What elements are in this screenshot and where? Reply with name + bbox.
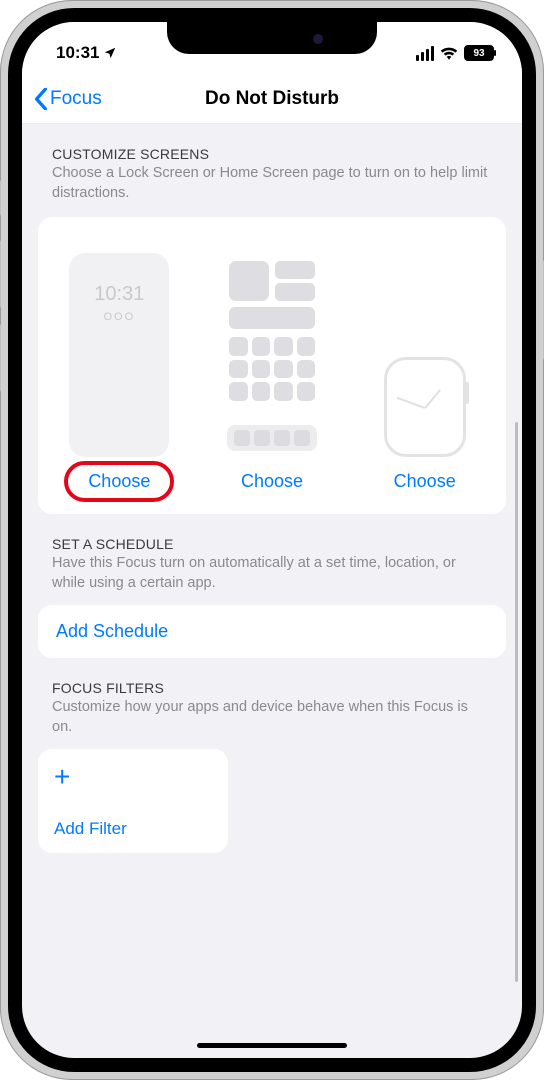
choose-watch-button[interactable]: Choose (394, 471, 456, 492)
content[interactable]: CUSTOMIZE SCREENS Choose a Lock Screen o… (22, 124, 522, 1058)
lock-screen-preview[interactable]: 10:31 OOO (69, 253, 169, 457)
lock-screen-time: 10:31 (69, 283, 169, 306)
app-icon (297, 382, 316, 401)
schedule-title: SET A SCHEDULE (52, 536, 492, 552)
filters-header: FOCUS FILTERS Customize how your apps an… (38, 658, 506, 743)
wifi-icon (440, 46, 458, 60)
chevron-left-icon (34, 88, 48, 110)
widget-icon (275, 283, 315, 301)
status-time: 10:31 (56, 43, 99, 63)
plus-icon: + (54, 763, 212, 791)
customize-title: CUSTOMIZE SCREENS (52, 146, 492, 162)
app-icon (252, 382, 271, 401)
customize-header: CUSTOMIZE SCREENS Choose a Lock Screen o… (38, 124, 506, 209)
volume-down-button (0, 324, 1, 392)
dock-icon (227, 425, 317, 451)
device-frame: 10:31 93 Focus (0, 0, 544, 1080)
watch-preview[interactable] (384, 253, 466, 457)
app-icon (252, 360, 271, 379)
home-indicator[interactable] (197, 1043, 347, 1048)
widget-icon (275, 261, 315, 279)
screen: 10:31 93 Focus (22, 22, 522, 1058)
customize-screens-card: 10:31 OOO Choose (38, 217, 506, 514)
watch-column: Choose (353, 253, 496, 492)
app-icon (274, 360, 293, 379)
lock-screen-widgets-icon: OOO (69, 311, 169, 323)
choose-label: Choose (394, 471, 456, 491)
back-button[interactable]: Focus (34, 88, 102, 110)
add-filter-label: Add Filter (54, 819, 212, 839)
scrollbar[interactable] (515, 422, 518, 982)
app-icon (297, 360, 316, 379)
choose-lock-screen-button[interactable]: Choose (64, 461, 174, 502)
location-icon (103, 46, 117, 60)
home-screen-preview[interactable] (222, 253, 322, 457)
nav-bar: Focus Do Not Disturb (22, 74, 522, 124)
choose-label: Choose (88, 471, 150, 491)
choose-label: Choose (241, 471, 303, 491)
schedule-desc: Have this Focus turn on automatically at… (52, 554, 492, 593)
filters-title: FOCUS FILTERS (52, 680, 492, 696)
cellular-icon (416, 46, 434, 61)
battery-level: 93 (473, 48, 484, 59)
app-icon (229, 360, 248, 379)
home-screen-column: Choose (201, 253, 344, 492)
page-title: Do Not Disturb (205, 88, 339, 110)
schedule-header: SET A SCHEDULE Have this Focus turn on a… (38, 514, 506, 599)
widget-icon (229, 307, 315, 329)
app-icon (274, 382, 293, 401)
watch-face-icon (384, 357, 466, 457)
widget-icon (229, 261, 269, 301)
app-icon (274, 337, 293, 356)
app-icon (229, 337, 248, 356)
choose-home-screen-button[interactable]: Choose (241, 471, 303, 492)
lock-screen-column: 10:31 OOO Choose (48, 253, 191, 492)
app-icon (297, 337, 316, 356)
filters-desc: Customize how your apps and device behav… (52, 698, 492, 737)
back-label: Focus (50, 88, 102, 110)
app-icon (229, 382, 248, 401)
add-schedule-button[interactable]: Add Schedule (38, 605, 506, 658)
add-schedule-label: Add Schedule (56, 621, 168, 641)
app-icon (252, 337, 271, 356)
add-filter-button[interactable]: + Add Filter (38, 749, 228, 853)
device-bezel: 10:31 93 Focus (8, 8, 536, 1072)
volume-up-button (0, 240, 1, 308)
notch (167, 22, 377, 54)
customize-desc: Choose a Lock Screen or Home Screen page… (52, 164, 492, 203)
battery-icon: 93 (464, 45, 494, 61)
mute-switch (0, 180, 1, 216)
